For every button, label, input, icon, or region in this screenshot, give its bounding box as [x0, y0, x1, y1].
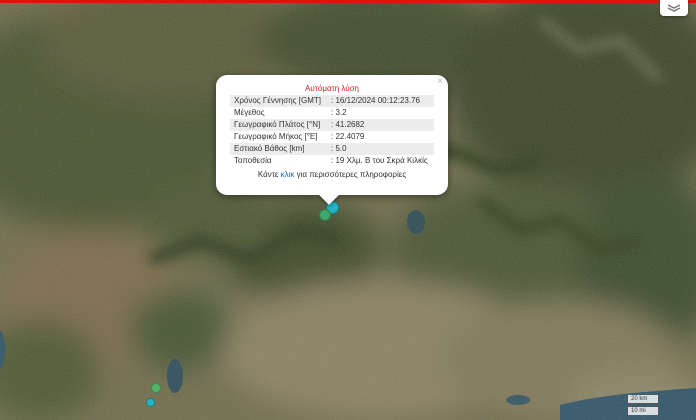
info-label: Εστιακό Βάθος [km]	[234, 144, 305, 153]
scale-bar-mi: 10 mi	[627, 406, 659, 415]
info-label: Γεωγραφικό Μήκος [°E]	[234, 132, 318, 141]
info-value: : 16/12/2024 00:12:23.76	[331, 96, 420, 105]
top-accent-bar	[0, 0, 696, 3]
layers-icon	[667, 4, 681, 12]
more-info-suffix: για περισσότερες πληροφορίες	[294, 170, 407, 179]
info-row-location: Τοποθεσία : 19 Χλμ. Β του Σκρά Κιλκίς	[230, 155, 434, 167]
info-label: Τοποθεσία	[234, 156, 272, 165]
earthquake-marker[interactable]	[151, 383, 161, 393]
more-info-link[interactable]: κλικ	[281, 170, 295, 179]
popup-title: Αυτόματη λύση	[305, 84, 359, 93]
satellite-imagery	[0, 0, 696, 420]
info-value: : 5.0	[331, 144, 347, 153]
earthquake-marker[interactable]	[319, 209, 331, 221]
info-value: : 19 Χλμ. Β του Σκρά Κιλκίς	[331, 156, 428, 165]
info-label: Γεωγραφικό Πλάτος [°N]	[234, 120, 321, 129]
earthquake-marker[interactable]	[146, 398, 155, 407]
scale-bar-km: 20 km	[627, 395, 659, 404]
close-icon[interactable]: ×	[437, 77, 443, 87]
info-value: : 3.2	[331, 108, 347, 117]
layers-button[interactable]	[660, 0, 688, 16]
info-value: : 22.4079	[331, 132, 365, 141]
info-value: : 41.2682	[331, 120, 365, 129]
satellite-map[interactable]	[0, 0, 696, 420]
earthquake-info-popup: × Αυτόματη λύση Χρόνος Γέννησης [GMT] : …	[216, 75, 448, 205]
more-info-prefix: Κάντε	[257, 170, 281, 179]
info-row-origin-time: Χρόνος Γέννησης [GMT] : 16/12/2024 00:12…	[230, 95, 434, 107]
more-info-line: Κάντε κλικ για περισσότερες πληροφορίες	[230, 168, 434, 182]
info-row-latitude: Γεωγραφικό Πλάτος [°N] : 41.2682	[230, 119, 434, 131]
info-row-depth: Εστιακό Βάθος [km] : 5.0	[230, 143, 434, 155]
info-label: Χρόνος Γέννησης [GMT]	[234, 96, 321, 105]
info-label: Μέγεθος	[234, 108, 265, 117]
info-row-magnitude: Μέγεθος : 3.2	[230, 107, 434, 119]
info-row-longitude: Γεωγραφικό Μήκος [°E] : 22.4079	[230, 131, 434, 143]
